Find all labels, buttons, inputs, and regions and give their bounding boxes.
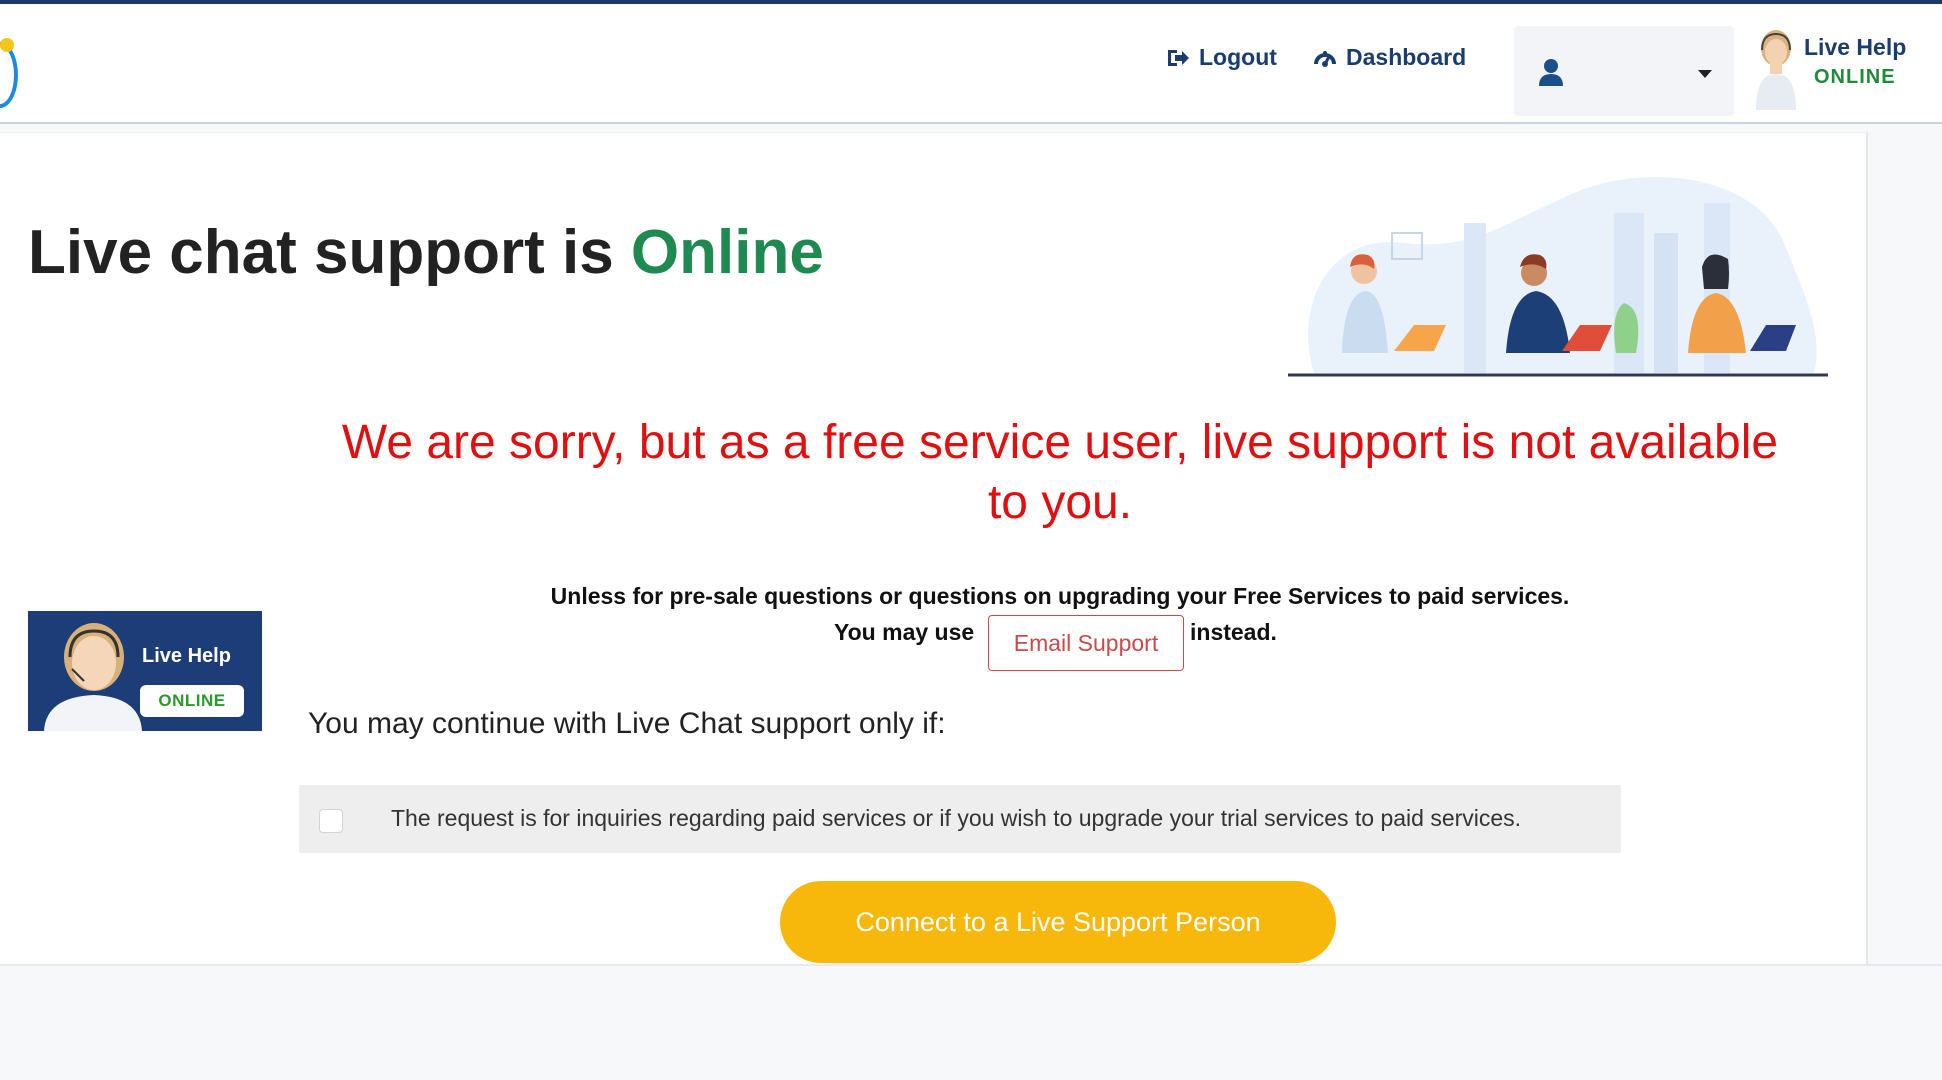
site-logo[interactable] [0, 38, 18, 108]
support-team-illustration [1288, 177, 1828, 377]
live-help-nav-widget[interactable]: Live Help ONLINE [1750, 24, 1930, 114]
caret-down-icon [1698, 70, 1712, 78]
free-user-warning: We are sorry, but as a free service user… [341, 416, 1779, 529]
navbar: Logout Dashboard Live Help ONLINE [0, 4, 1942, 124]
footer-divider [0, 964, 1942, 966]
email-support-button[interactable]: Email Support [988, 615, 1184, 671]
paid-services-checkbox[interactable] [319, 809, 343, 833]
live-help-status: ONLINE [1814, 66, 1896, 88]
live-help-badge[interactable]: Live Help ONLINE [28, 611, 262, 731]
user-icon [1539, 59, 1563, 86]
support-card: Live chat support is Online We are sorry… [0, 132, 1868, 964]
badge-label: Live Help [142, 645, 231, 667]
dashboard-link[interactable]: Dashboard [1312, 44, 1466, 71]
email-note-suffix: instead. [1190, 619, 1277, 645]
presale-note: Unless for pre-sale questions or questio… [550, 583, 1570, 609]
logout-link[interactable]: Logout [1165, 44, 1277, 71]
dashboard-label: Dashboard [1346, 44, 1467, 70]
email-note-prefix: You may use [834, 619, 975, 645]
page-footer-area [0, 964, 1942, 1080]
sign-out-icon [1168, 49, 1189, 66]
live-help-title: Live Help [1804, 34, 1907, 60]
user-dropdown[interactable] [1514, 26, 1734, 116]
tachometer-icon [1314, 50, 1336, 67]
badge-status: ONLINE [140, 685, 244, 717]
paid-services-condition[interactable]: The request is for inquiries regarding p… [299, 785, 1621, 853]
connect-live-support-button[interactable]: Connect to a Live Support Person [780, 881, 1336, 963]
logout-label: Logout [1199, 44, 1277, 70]
paid-services-condition-text[interactable]: The request is for inquiries regarding p… [391, 805, 1521, 832]
continue-condition-label: You may continue with Live Chat support … [308, 707, 946, 740]
page-title-prefix: Live chat support is [28, 218, 631, 287]
support-agent-icon [44, 623, 142, 731]
page-title: Live chat support is Online [28, 217, 824, 288]
page-title-status: Online [630, 218, 824, 287]
support-agent-icon [1756, 30, 1796, 110]
